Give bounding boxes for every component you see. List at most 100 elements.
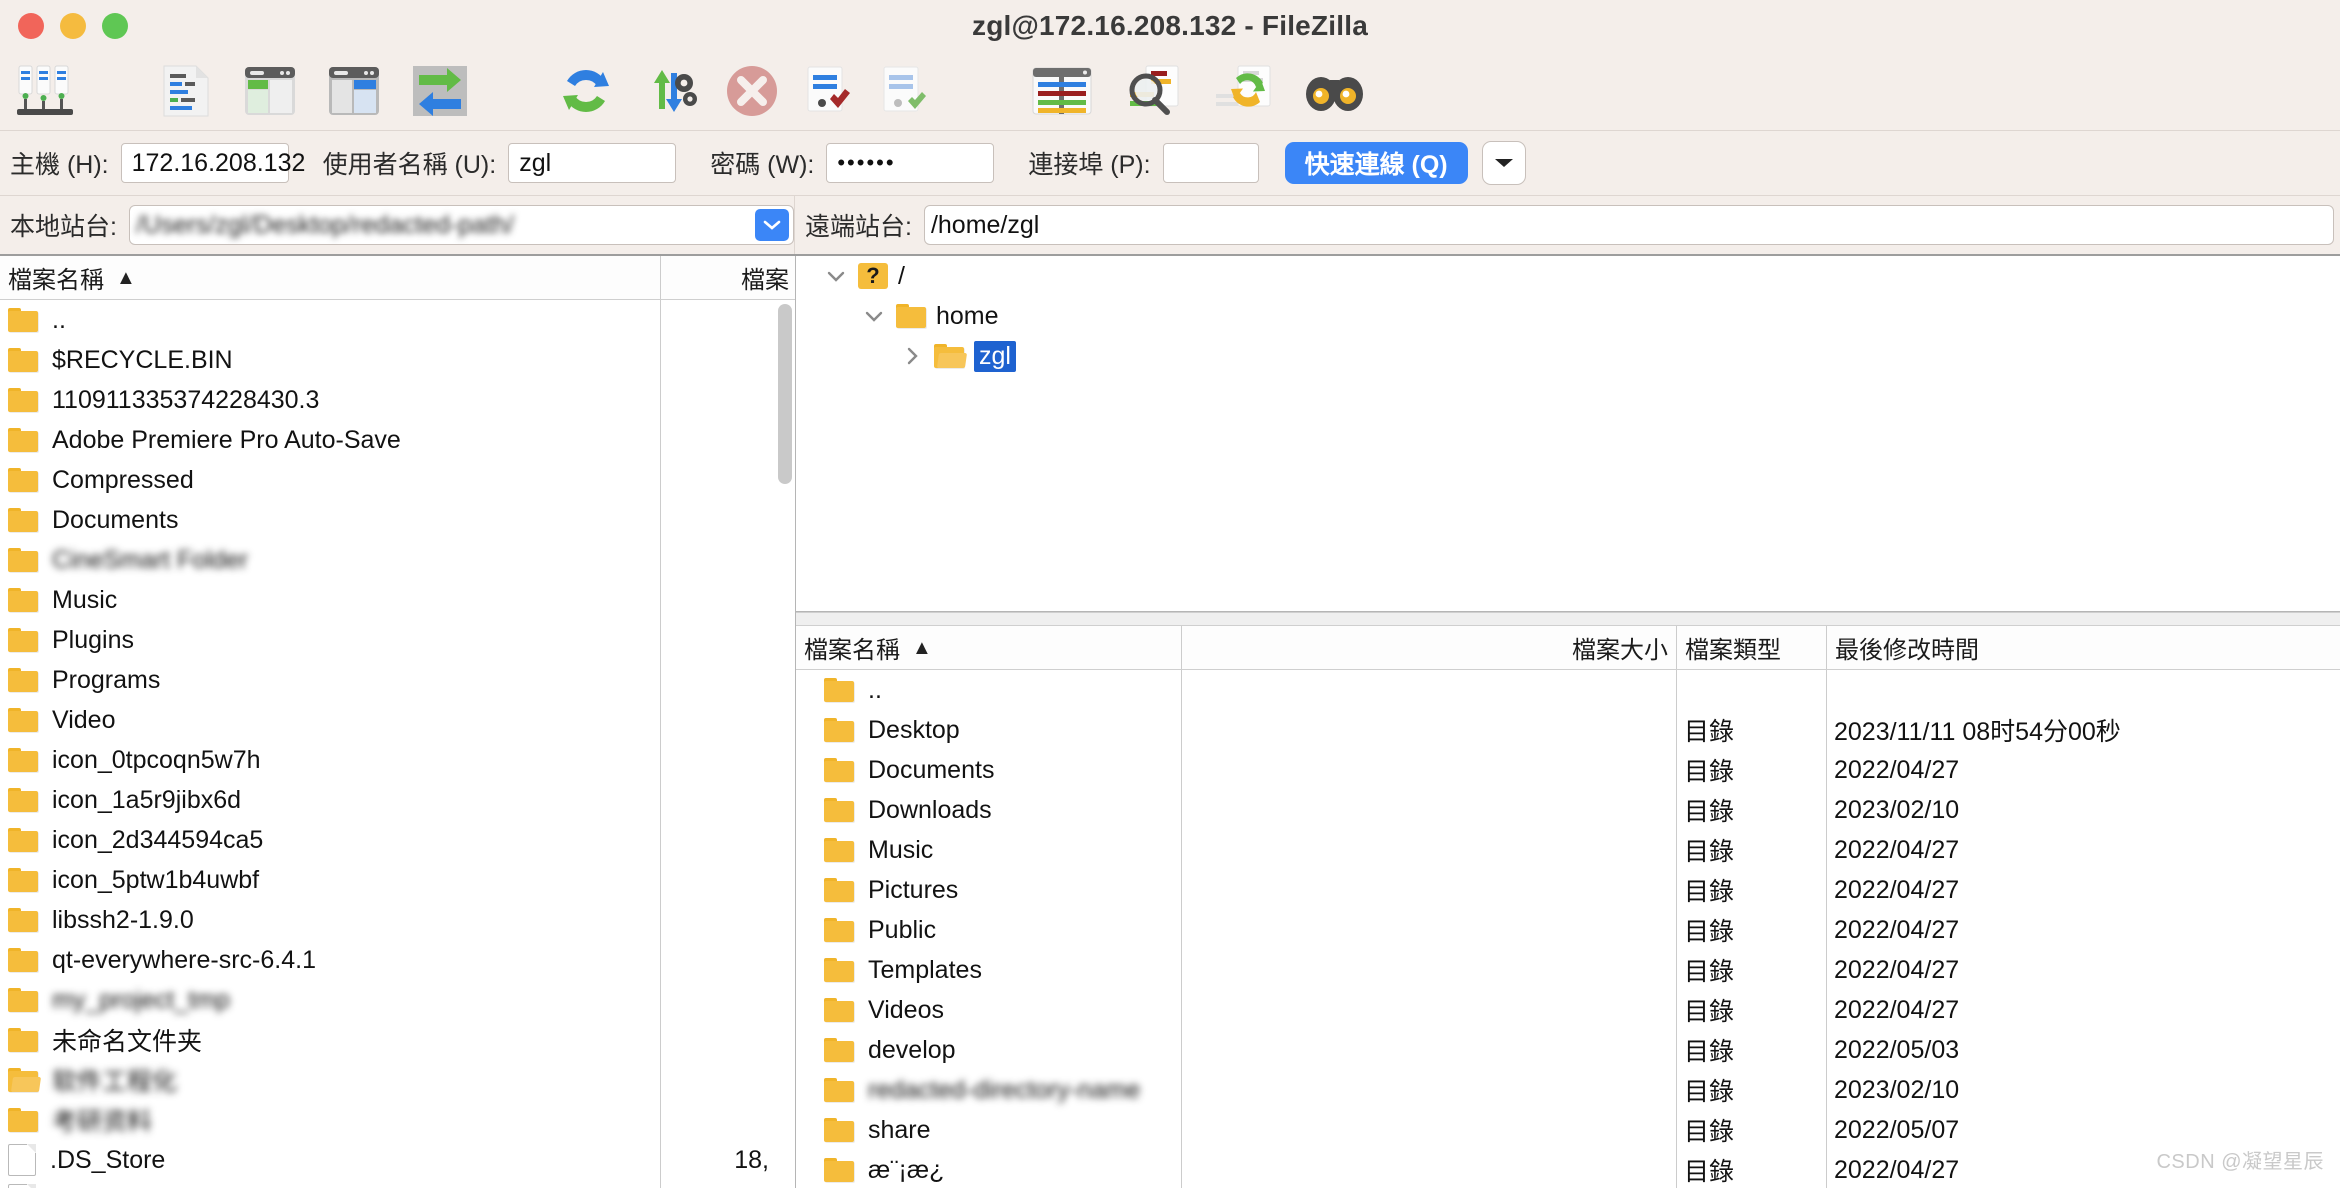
table-row[interactable]: my_project_tmp xyxy=(0,980,795,1020)
minimize-button[interactable] xyxy=(60,13,86,39)
tree-node[interactable]: ? / xyxy=(796,256,2340,296)
zoom-button[interactable] xyxy=(102,13,128,39)
port-input[interactable] xyxy=(1162,143,1259,183)
local-file-name-cell: Fenêtre_0.7.2_xclient.info.dmg.js xyxy=(0,1184,660,1188)
chevron-down-icon[interactable] xyxy=(852,309,896,323)
password-input[interactable]: •••••• xyxy=(826,143,995,183)
table-row[interactable]: share 目錄 2022/05/07 xyxy=(796,1110,2340,1150)
sort-asc-icon: ▲ xyxy=(116,266,136,289)
file-name-label: Public xyxy=(868,915,937,944)
find-files-icon[interactable] xyxy=(1299,62,1371,120)
remote-file-list[interactable]: .. Desktop 目錄 2023/11/11 08时54分00秒 Documents… xyxy=(796,670,2340,1188)
table-row[interactable]: Compressed xyxy=(0,460,795,500)
table-row[interactable]: Music 目錄 2022/04/27 xyxy=(796,830,2340,870)
remote-column-modified[interactable]: 最後修改時間 xyxy=(1826,626,2340,669)
password-label: 密碼 (W): xyxy=(710,151,815,179)
table-row[interactable]: Public 目錄 2022/04/27 xyxy=(796,910,2340,950)
table-row[interactable]: icon_1a5r9jibx6d xyxy=(0,780,795,820)
table-row[interactable]: 未命名文件夹 xyxy=(0,1020,795,1060)
table-row[interactable]: icon_2d344594ca5 xyxy=(0,820,795,860)
table-row[interactable]: Programs xyxy=(0,660,795,700)
remote-pane-splitter[interactable] xyxy=(796,612,2340,626)
local-list-scroll-thumb[interactable] xyxy=(778,304,792,484)
process-queue-icon[interactable] xyxy=(637,63,701,119)
table-row[interactable]: develop 目錄 2022/05/03 xyxy=(796,1030,2340,1070)
quickconnect-history-dropdown[interactable] xyxy=(1481,141,1526,185)
synchronized-browsing-icon[interactable] xyxy=(1209,62,1279,120)
table-row[interactable]: qt-everywhere-src-6.4.1 xyxy=(0,940,795,980)
site-manager-icon[interactable] xyxy=(10,62,80,120)
table-row[interactable]: icon_0tpcoqn5w7h xyxy=(0,740,795,780)
file-name-label: $RECYCLE.BIN xyxy=(52,345,233,374)
table-row[interactable]: Downloads 目錄 2023/02/10 xyxy=(796,790,2340,830)
disconnect-icon[interactable] xyxy=(799,63,861,119)
table-row[interactable]: Video xyxy=(0,700,795,740)
file-name-label: Programs xyxy=(52,665,161,694)
remote-site-label: 遠端站台: xyxy=(805,213,912,241)
folder-icon xyxy=(8,748,38,772)
local-list-scrollbar[interactable] xyxy=(778,304,792,1184)
local-file-name-cell: qt-everywhere-src-6.4.1 xyxy=(0,946,660,975)
file-name-label: .. xyxy=(52,305,66,334)
close-button[interactable] xyxy=(18,13,44,39)
remote-column-type[interactable]: 檔案類型 xyxy=(1676,626,1826,669)
table-row[interactable]: 110911335374228430.3 xyxy=(0,380,795,420)
table-row[interactable]: Plugins xyxy=(0,620,795,660)
chevron-down-icon[interactable] xyxy=(814,269,858,283)
table-row[interactable]: Music xyxy=(0,580,795,620)
table-row[interactable]: .. xyxy=(0,300,795,340)
toggle-remote-tree-icon[interactable] xyxy=(323,63,385,119)
table-row[interactable]: $RECYCLE.BIN xyxy=(0,340,795,380)
table-row[interactable]: redacted-directory-name 目錄 2023/02/10 xyxy=(796,1070,2340,1110)
table-row[interactable]: Templates 目錄 2022/04/27 xyxy=(796,950,2340,990)
toggle-message-log-icon[interactable] xyxy=(155,63,217,119)
compare-directories-icon[interactable] xyxy=(1025,62,1099,120)
remote-pane: ? / home zgl 檔案名稱 ▲ 檔案大小 檔案類型 最後修改時間 .. … xyxy=(796,256,2340,1188)
filter-icon[interactable] xyxy=(1119,62,1189,120)
tree-node[interactable]: home xyxy=(796,296,2340,336)
local-column-name[interactable]: 檔案名稱 ▲ xyxy=(0,256,660,299)
toggle-local-tree-icon[interactable] xyxy=(239,63,301,119)
table-row[interactable]: Adobe Premiere Pro Auto-Save xyxy=(0,420,795,460)
remote-file-modified-cell: 2022/04/27 xyxy=(1834,1155,1960,1184)
username-input[interactable]: zgl xyxy=(508,143,677,183)
remote-path-input[interactable]: /home/zgl xyxy=(923,205,2334,245)
local-column-size-label: 檔案 xyxy=(741,267,789,294)
local-file-name-cell: .. xyxy=(0,306,660,335)
remote-column-name[interactable]: 檔案名稱 ▲ xyxy=(796,626,1181,669)
folder-icon xyxy=(8,628,38,652)
remote-file-type-cell: 目錄 xyxy=(1684,798,1735,826)
refresh-icon[interactable] xyxy=(553,62,619,120)
local-file-list[interactable]: .. $RECYCLE.BIN 110911335374228430.3 Adobe … xyxy=(0,300,795,1188)
table-row[interactable]: 考研资料 xyxy=(0,1100,795,1140)
remote-directory-tree[interactable]: ? / home zgl xyxy=(796,256,2340,612)
local-column-size[interactable]: 檔案 xyxy=(660,256,795,299)
table-row[interactable]: libssh2-1.9.0 xyxy=(0,900,795,940)
table-row[interactable]: Documents xyxy=(0,500,795,540)
table-row[interactable]: Fenêtre_0.7.2_xclient.info.dmg.js xyxy=(0,1180,795,1188)
chevron-right-icon[interactable] xyxy=(890,346,934,366)
toggle-transfer-queue-icon[interactable] xyxy=(407,63,473,119)
local-path-input[interactable]: /Users/zgl/Desktop/redacted-path/ xyxy=(128,205,794,245)
local-path-dropdown[interactable] xyxy=(755,209,789,241)
table-row[interactable]: Pictures 目錄 2022/04/27 xyxy=(796,870,2340,910)
remote-column-size[interactable]: 檔案大小 xyxy=(1181,626,1676,669)
quickconnect-button[interactable]: 快速連線 (Q) xyxy=(1284,142,1468,184)
table-row[interactable]: Desktop 目錄 2023/11/11 08时54分00秒 xyxy=(796,710,2340,750)
folder-icon xyxy=(824,1158,854,1182)
table-row[interactable]: Documents 目錄 2022/04/27 xyxy=(796,750,2340,790)
host-input[interactable]: 172.16.208.132 xyxy=(120,143,305,183)
folder-icon xyxy=(8,548,38,572)
table-row[interactable]: CineSmart Folder xyxy=(0,540,795,580)
folder-icon xyxy=(8,948,38,972)
local-column-header: 檔案名稱 ▲ 檔案 xyxy=(0,256,795,300)
table-row[interactable]: æ¨¡æ¿ 目錄 2022/04/27 xyxy=(796,1150,2340,1188)
table-row[interactable]: 软件工程化 xyxy=(0,1060,795,1100)
reconnect-icon[interactable] xyxy=(875,63,937,119)
table-row[interactable]: Videos 目錄 2022/04/27 xyxy=(796,990,2340,1030)
tree-node[interactable]: zgl xyxy=(796,336,2340,376)
table-row[interactable]: .. xyxy=(796,670,2340,710)
cancel-icon[interactable] xyxy=(719,62,785,120)
table-row[interactable]: .DS_Store 18, xyxy=(0,1140,795,1180)
table-row[interactable]: icon_5ptw1b4uwbf xyxy=(0,860,795,900)
